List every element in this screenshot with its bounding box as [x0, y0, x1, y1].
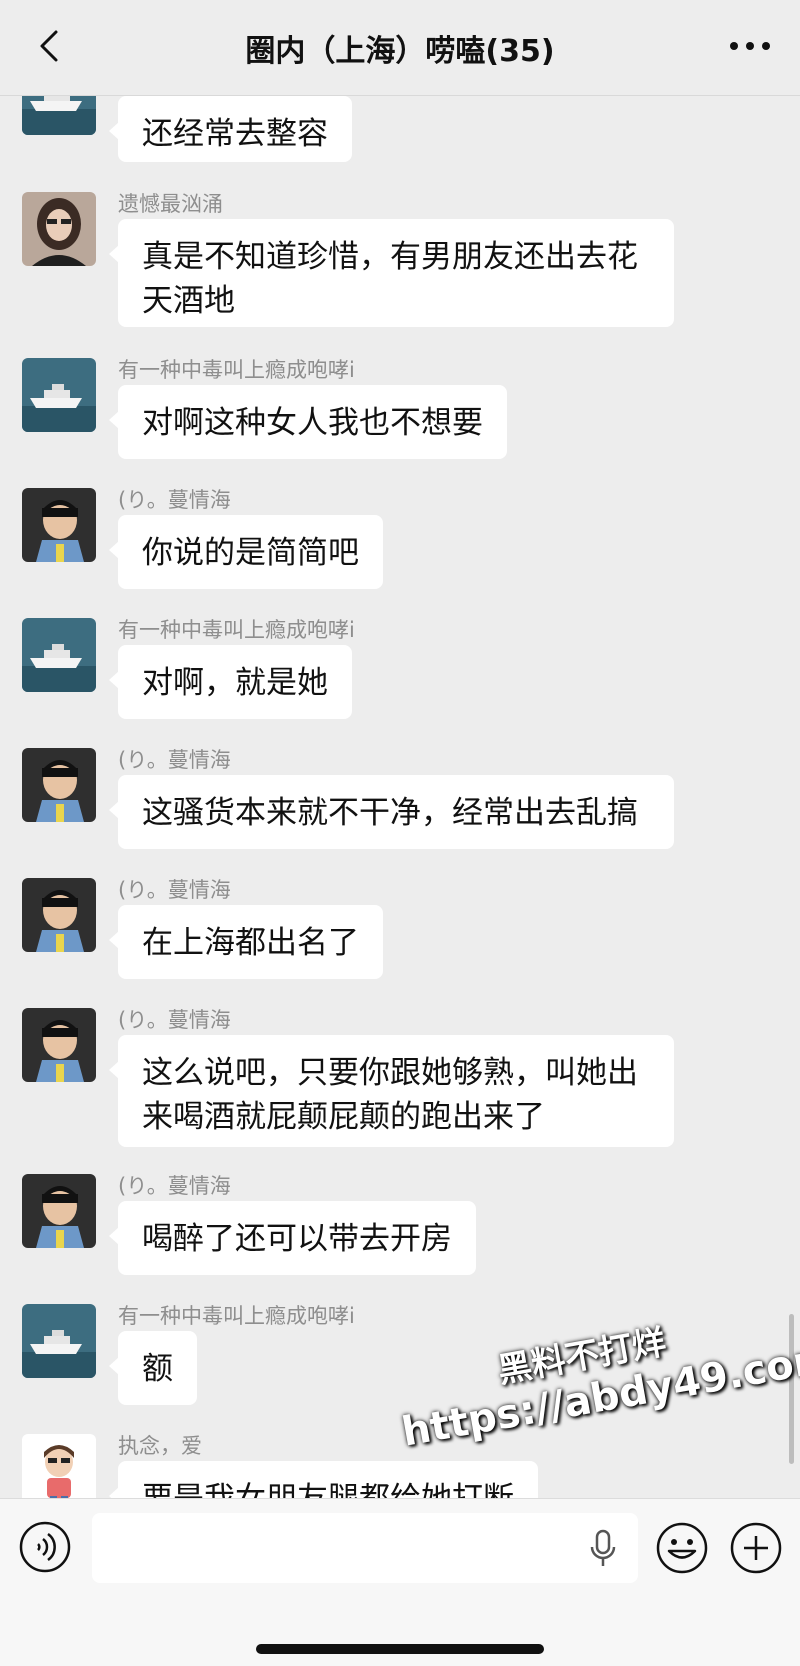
avatar[interactable]	[22, 878, 96, 952]
sender-name: 执念，爱	[118, 1434, 202, 1458]
message-bubble[interactable]: 这么说吧，只要你跟她够熟，叫她出来喝酒就屁颠屁颠的跑出来了	[109, 1035, 674, 1147]
message-input[interactable]	[92, 1513, 638, 1583]
emoji-icon[interactable]	[654, 1520, 710, 1576]
avatar[interactable]	[22, 488, 96, 562]
avatar[interactable]	[22, 358, 96, 432]
message-bubble[interactable]: 这骚货本来就不干净，经常出去乱搞	[109, 775, 674, 849]
more-dots-icon[interactable]	[726, 34, 774, 58]
sender-name: 有一种中毒叫上瘾成咆哮i	[118, 1304, 355, 1328]
message-list[interactable]: 还经常去整容 遗憾最汹涌 真是不知道珍惜，有男朋友还出去花天酒地 有一种中毒叫上…	[0, 96, 800, 1498]
avatar[interactable]	[22, 1174, 96, 1248]
sender-name: (り。蔓情海	[118, 1008, 231, 1032]
sender-name: (り。蔓情海	[118, 1174, 231, 1198]
voice-icon[interactable]	[18, 1520, 72, 1574]
chevron-left-icon[interactable]	[30, 26, 70, 66]
chat-header: 圈内（上海）唠嗑(35)	[0, 0, 800, 96]
message-bubble[interactable]: 喝醉了还可以带去开房	[109, 1201, 476, 1275]
home-indicator	[256, 1644, 544, 1654]
plus-icon[interactable]	[728, 1520, 784, 1576]
chat-title: 圈内（上海）唠嗑(35)	[245, 33, 555, 69]
sender-name: 有一种中毒叫上瘾成咆哮i	[118, 358, 355, 382]
sender-name: (り。蔓情海	[118, 748, 231, 772]
scrollbar[interactable]	[789, 1314, 794, 1464]
sender-name: 有一种中毒叫上瘾成咆哮i	[118, 618, 355, 642]
message-bubble[interactable]: 你说的是简简吧	[109, 515, 383, 589]
message-bubble[interactable]: 额	[109, 1331, 197, 1405]
message-bubble[interactable]: 对啊，就是她	[109, 645, 352, 719]
avatar[interactable]	[22, 192, 96, 266]
avatar[interactable]	[22, 96, 96, 135]
avatar[interactable]	[22, 1008, 96, 1082]
message-bubble[interactable]: 对啊这种女人我也不想要	[109, 385, 507, 459]
message-bubble[interactable]: 真是不知道珍惜，有男朋友还出去花天酒地	[109, 219, 674, 327]
sender-name: 遗憾最汹涌	[118, 192, 223, 216]
avatar[interactable]	[22, 1304, 96, 1378]
sender-name: (り。蔓情海	[118, 488, 231, 512]
message-bubble[interactable]: 要是我女朋友腿都给她打断	[109, 1461, 538, 1498]
input-bar	[0, 1498, 800, 1666]
avatar[interactable]	[22, 748, 96, 822]
sender-name: (り。蔓情海	[118, 878, 231, 902]
microphone-icon[interactable]	[588, 1529, 618, 1569]
avatar[interactable]	[22, 618, 96, 692]
avatar[interactable]	[22, 1434, 96, 1498]
message-bubble[interactable]: 还经常去整容	[109, 96, 352, 162]
message-bubble[interactable]: 在上海都出名了	[109, 905, 383, 979]
